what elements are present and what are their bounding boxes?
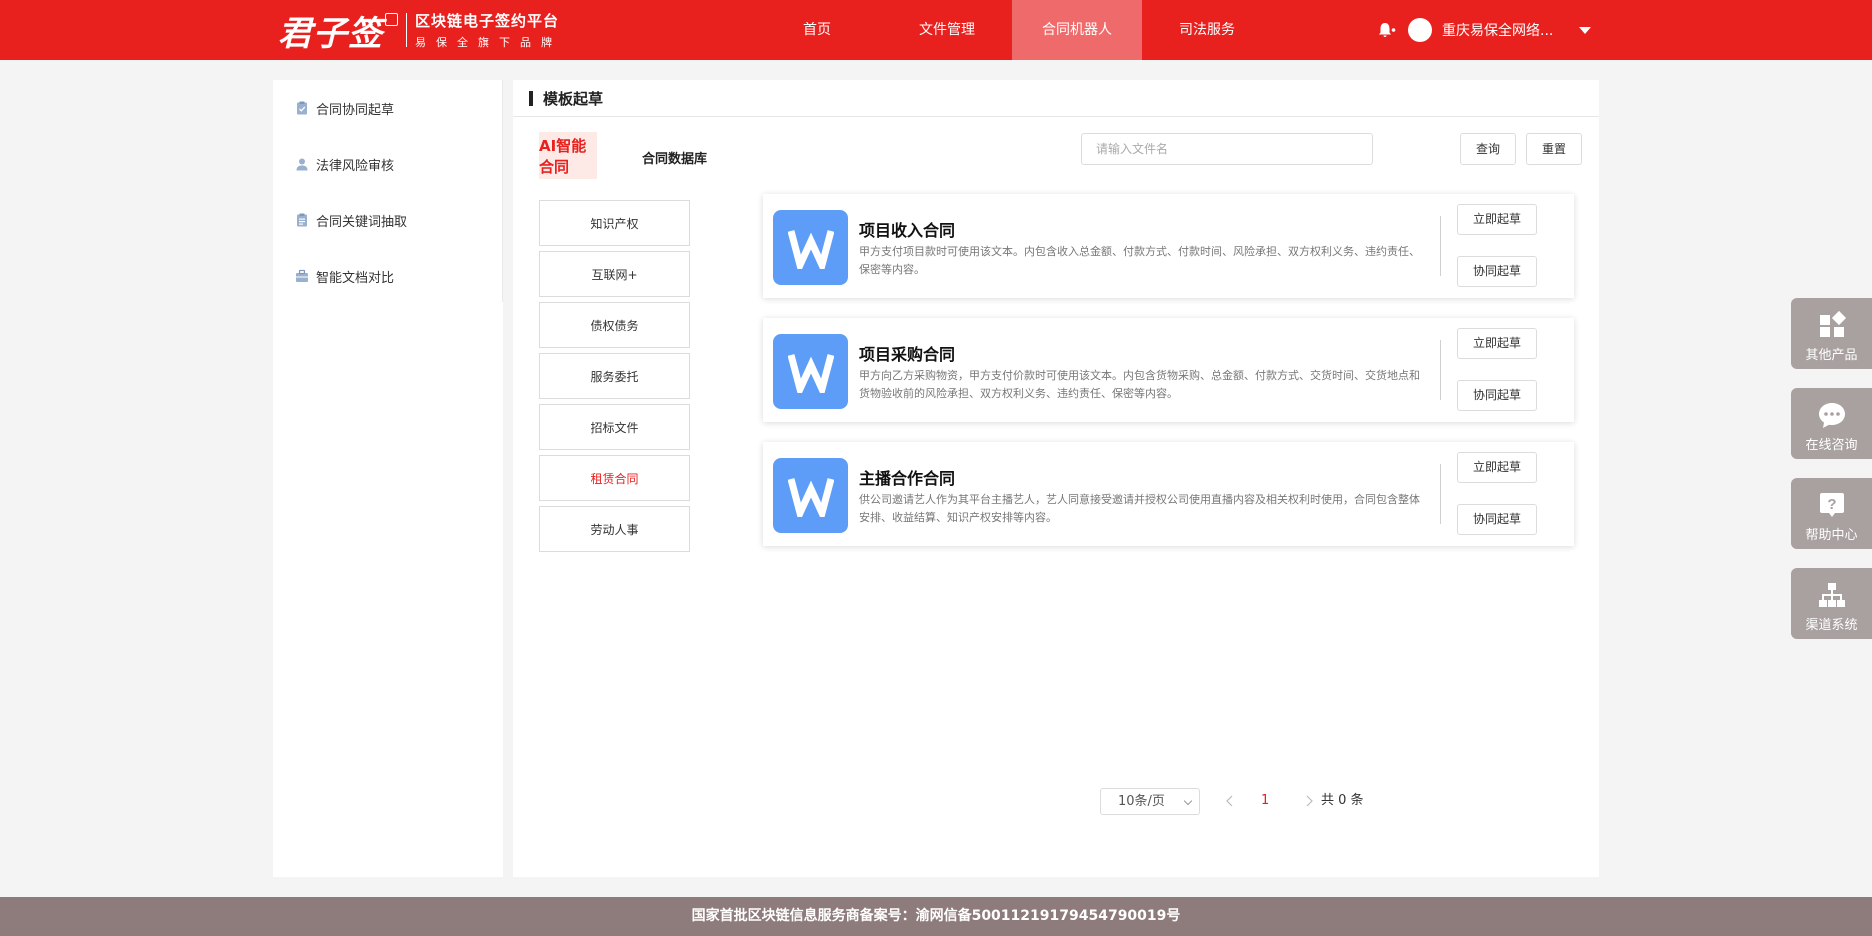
- draft-now-button[interactable]: 立即起草: [1457, 204, 1537, 235]
- draft-now-button[interactable]: 立即起草: [1457, 452, 1537, 483]
- footer: 国家首批区块链信息服务商备案号：渝网信备50011219179454790019…: [0, 897, 1872, 936]
- card-description: 甲方向乙方采购物资，甲方支付价款时可使用该文本。内包含货物采购、总金额、付款方式…: [859, 369, 1420, 400]
- card-description: 供公司邀请艺人作为其平台主播艺人，艺人同意接受邀请并授权公司使用直播内容及相关权…: [859, 493, 1420, 524]
- sidebar-item-collab-draft[interactable]: 合同协同起草: [295, 98, 394, 118]
- sidebar-item-label: 智能文档对比: [316, 270, 395, 286]
- word-doc-icon: [773, 210, 848, 285]
- nav-judicial-service[interactable]: 司法服务: [1142, 0, 1272, 60]
- float-online-consult[interactable]: 在线咨询: [1791, 388, 1872, 459]
- card-title: 项目采购合同: [859, 345, 956, 364]
- category-internet-plus[interactable]: 互联网+: [539, 251, 690, 297]
- pagination-total: 共 0 条: [1321, 793, 1364, 808]
- clipboard-list-icon: [297, 213, 307, 227]
- main-nav: 首页 文件管理 合同机器人 司法服务: [752, 0, 1272, 60]
- category-labor[interactable]: 劳动人事: [539, 506, 690, 552]
- float-channel-system[interactable]: 渠道系统: [1791, 568, 1872, 639]
- template-card: 主播合作合同 供公司邀请艺人作为其平台主播艺人，艺人同意接受邀请并授权公司使用直…: [763, 442, 1574, 546]
- page-title-text: 模板起草: [543, 89, 604, 108]
- card-description: 甲方支付项目款时可使用该文本。内包含收入总金额、付款方式、付款时间、风险承担、双…: [859, 245, 1420, 276]
- sidebar-item-doc-compare[interactable]: 智能文档对比: [295, 266, 394, 286]
- card-divider: [1440, 464, 1441, 524]
- logo-text: 区块链电子签约平台 易保全旗下品牌: [415, 10, 562, 50]
- logo-mark: 君子签: [278, 13, 383, 54]
- org-chart-icon: [1818, 583, 1845, 607]
- card-divider: [1440, 340, 1441, 400]
- logo-divider: [406, 13, 407, 47]
- card-divider: [1440, 216, 1441, 276]
- page-title: 模板起草: [529, 88, 603, 108]
- float-label: 渠道系统: [1805, 618, 1858, 633]
- category-tender[interactable]: 招标文件: [539, 404, 690, 450]
- avatar[interactable]: [1408, 18, 1432, 42]
- draft-now-button[interactable]: 立即起草: [1457, 328, 1537, 359]
- tab-contract-database[interactable]: 合同数据库: [642, 148, 707, 167]
- search-input[interactable]: [1081, 133, 1373, 165]
- nav-file-management[interactable]: 文件管理: [882, 0, 1012, 60]
- sidebar-item-legal-risk[interactable]: 法律风险审核: [295, 154, 394, 174]
- float-label: 在线咨询: [1805, 438, 1858, 453]
- title-bar-marker: [529, 90, 533, 106]
- category-ip[interactable]: 知识产权: [539, 200, 690, 246]
- bell-icon[interactable]: [1376, 20, 1396, 40]
- template-card: 项目收入合同 甲方支付项目款时可使用该文本。内包含收入总金额、付款方式、付款时间…: [763, 194, 1574, 298]
- nav-home[interactable]: 首页: [752, 0, 882, 60]
- nav-contract-robot[interactable]: 合同机器人: [1012, 0, 1142, 60]
- chevron-down-icon: [1183, 796, 1193, 806]
- reset-button[interactable]: 重置: [1526, 133, 1582, 165]
- top-header: 君子签 区块链电子签约平台 易保全旗下品牌 首页 文件管理 合同机器人 司法服务…: [0, 0, 1872, 60]
- word-doc-icon: [773, 334, 848, 409]
- word-doc-icon: [773, 458, 848, 533]
- chat-icon: [1818, 403, 1845, 428]
- footer-text: 国家首批区块链信息服务商备案号：渝网信备50011219179454790019…: [691, 908, 1181, 924]
- sidebar-item-label: 合同关键词抽取: [316, 214, 408, 230]
- float-label: 其他产品: [1805, 348, 1858, 363]
- logo-seal-icon: [385, 12, 398, 26]
- apps-icon: [1819, 310, 1846, 337]
- chevron-left-icon[interactable]: [1225, 795, 1235, 807]
- page-size-value: 10条/页: [1118, 794, 1165, 809]
- category-lease[interactable]: 租赁合同: [539, 455, 690, 501]
- person-icon: [296, 158, 308, 171]
- chevron-right-icon[interactable]: [1304, 795, 1314, 807]
- svg-text:?: ?: [1827, 496, 1836, 513]
- card-title: 主播合作合同: [859, 469, 956, 488]
- sidebar-divider: [502, 80, 503, 302]
- title-divider: [513, 116, 1599, 117]
- float-other-products[interactable]: 其他产品: [1791, 298, 1872, 369]
- main-panel: 模板起草 AI智能合同 合同数据库 查询 重置 知识产权 互联网+ 债权债务 服…: [513, 80, 1599, 877]
- collab-draft-button[interactable]: 协同起草: [1457, 504, 1537, 535]
- tab-ai-contract[interactable]: AI智能合同: [539, 132, 597, 179]
- collab-draft-button[interactable]: 协同起草: [1457, 256, 1537, 287]
- brand-logo[interactable]: 君子签 区块链电子签约平台 易保全旗下品牌: [278, 8, 562, 54]
- help-icon: ?: [1819, 493, 1844, 517]
- sidebar-item-label: 法律风险审核: [316, 158, 395, 174]
- sidebar-item-label: 合同协同起草: [316, 102, 395, 118]
- float-help-center[interactable]: ? 帮助中心: [1791, 478, 1872, 549]
- page-number-current[interactable]: 1: [1261, 788, 1269, 814]
- user-area: 重庆易保全网络...: [1376, 0, 1592, 60]
- card-title: 项目收入合同: [859, 221, 956, 240]
- query-button[interactable]: 查询: [1460, 133, 1516, 165]
- sidebar: 合同协同起草 法律风险审核 合同关键词抽取 智能文档对比: [273, 80, 503, 877]
- category-debt[interactable]: 债权债务: [539, 302, 690, 348]
- page-size-select[interactable]: 10条/页: [1100, 788, 1200, 815]
- platform-name: 区块链电子签约平台: [415, 12, 560, 30]
- user-name[interactable]: 重庆易保全网络...: [1442, 20, 1553, 40]
- template-card: 项目采购合同 甲方向乙方采购物资，甲方支付价款时可使用该文本。内包含货物采购、总…: [763, 318, 1574, 422]
- clipboard-check-icon: [297, 101, 307, 115]
- category-service[interactable]: 服务委托: [539, 353, 690, 399]
- sidebar-item-keyword-extract[interactable]: 合同关键词抽取: [295, 210, 407, 230]
- briefcase-icon: [296, 269, 308, 282]
- float-label: 帮助中心: [1805, 528, 1858, 543]
- brand-slogan: 易保全旗下品牌: [415, 36, 562, 49]
- collab-draft-button[interactable]: 协同起草: [1457, 380, 1537, 411]
- chevron-down-icon[interactable]: [1579, 26, 1592, 34]
